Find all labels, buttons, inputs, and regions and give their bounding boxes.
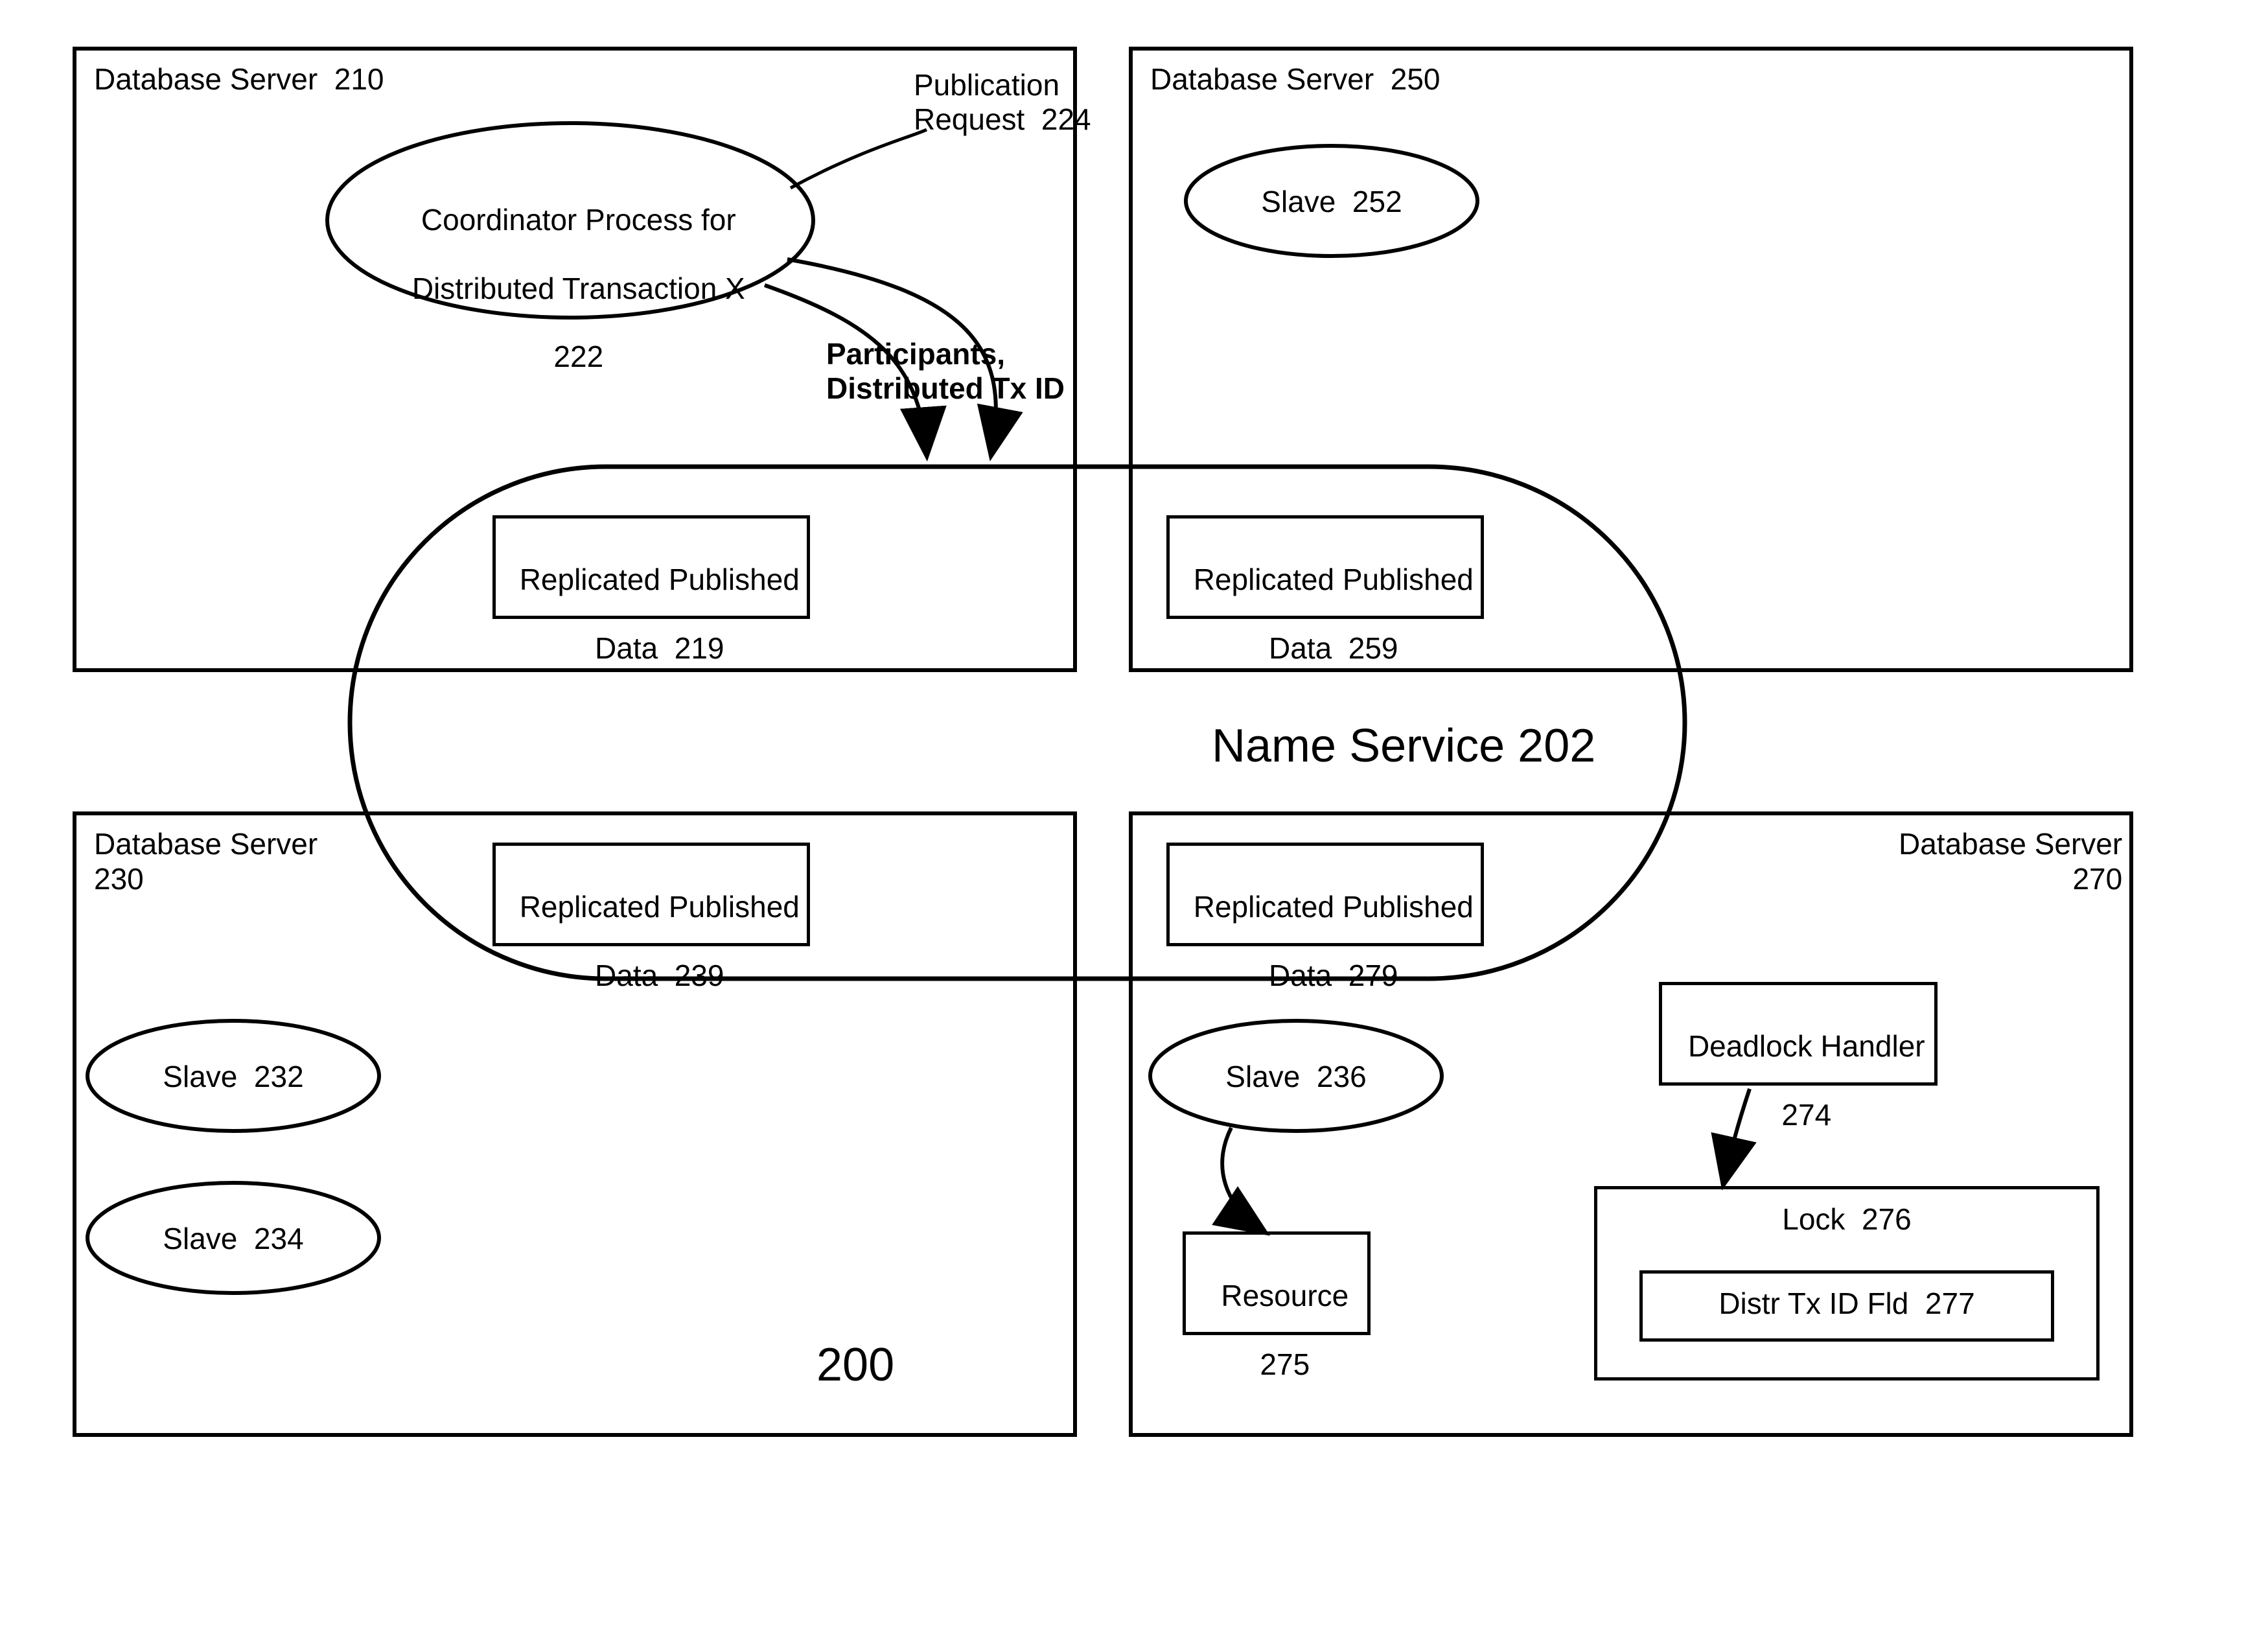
- deadlock-l2: 274: [1781, 1098, 1831, 1132]
- resource-l2: 275: [1260, 1347, 1310, 1381]
- rpd-239-text: Replicated Published Data 239: [492, 856, 810, 993]
- participants-label: Participants, Distributed Tx ID: [826, 337, 1163, 406]
- server-250-label: Database Server 250: [1150, 62, 1441, 97]
- publication-request-label: Publication Request 224: [914, 68, 1192, 137]
- coordinator-text: Coordinator Process for Distributed Tran…: [369, 169, 771, 374]
- distr-fld-label: Distr Tx ID Fld 277: [1639, 1287, 2054, 1321]
- slave-236-label: Slave 236: [1199, 1060, 1393, 1094]
- rpd-219-l1: Replicated Published: [520, 563, 800, 596]
- resource-l1: Resource: [1221, 1279, 1348, 1312]
- coord-l3: 222: [553, 340, 603, 373]
- server-210-label: Database Server 210: [94, 62, 384, 97]
- lock-276-label: Lock 276: [1594, 1202, 2100, 1237]
- rpd-279-text: Replicated Published Data 279: [1166, 856, 1484, 993]
- rpd-279-l2: Data 279: [1269, 959, 1398, 992]
- deadlock-handler-text: Deadlock Handler 274: [1659, 995, 1938, 1132]
- slave-252-label: Slave 252: [1234, 185, 1429, 219]
- slave-232-label: Slave 232: [136, 1060, 330, 1094]
- rpd-259-l2: Data 259: [1269, 631, 1398, 665]
- rpd-219-text: Replicated Published Data 219: [492, 528, 810, 666]
- rpd-239-l2: Data 239: [595, 959, 724, 992]
- rpd-259-l1: Replicated Published: [1194, 563, 1474, 596]
- server-230-label: Database Server 230: [94, 826, 318, 896]
- coord-l2: Distributed Transaction X: [412, 272, 745, 305]
- deadlock-l1: Deadlock Handler: [1688, 1029, 1925, 1063]
- rpd-259-text: Replicated Published Data 259: [1166, 528, 1484, 666]
- server-270-label: Database Server 270: [1899, 826, 2122, 896]
- name-service-label: Name Service 202: [1212, 719, 1595, 773]
- coord-l1: Coordinator Process for: [421, 203, 736, 237]
- figure-id-200: 200: [816, 1338, 894, 1392]
- rpd-219-l2: Data 219: [595, 631, 724, 665]
- rpd-239-l1: Replicated Published: [520, 890, 800, 924]
- slave-234-label: Slave 234: [136, 1222, 330, 1256]
- rpd-279-l1: Replicated Published: [1194, 890, 1474, 924]
- resource-text: Resource 275: [1183, 1244, 1371, 1382]
